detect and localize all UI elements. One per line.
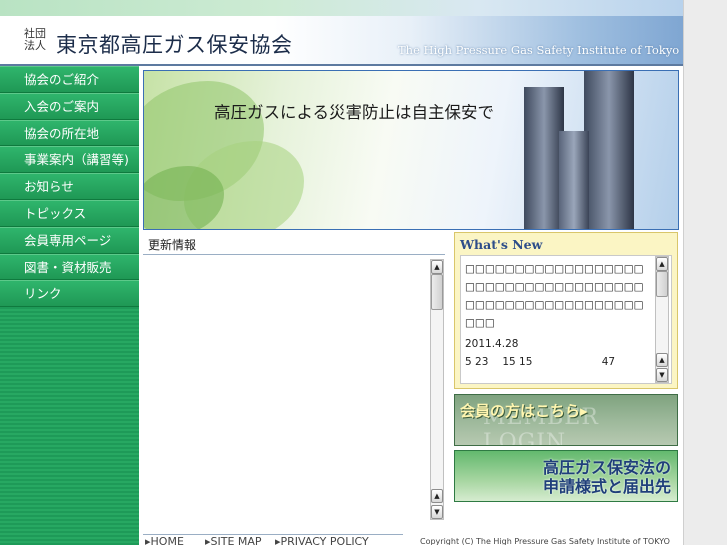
sidebar-item-notices[interactable]: お知らせ xyxy=(0,173,139,200)
tower-building-image xyxy=(584,71,634,229)
scroll-thumb[interactable] xyxy=(656,271,668,297)
header-top-bar xyxy=(0,0,683,16)
scroll-up-button[interactable]: ▲ xyxy=(431,260,443,274)
member-login-button[interactable]: MEMBER LOGIN 会員の方はこちら▸ xyxy=(454,394,678,446)
whats-new-body: □□□□□□□□□□□□□□□□□□□□□□□□□□□□□□□□□□□□□□□□… xyxy=(465,263,644,329)
copyright-text: Copyright (C) The High Pressure Gas Safe… xyxy=(420,537,670,545)
whats-new-row: 5 23 15 15 47 xyxy=(465,356,645,368)
whats-new-content[interactable]: □□□□□□□□□□□□□□□□□□□□□□□□□□□□□□□□□□□□□□□□… xyxy=(460,255,672,384)
scroll-down-button[interactable]: ▼ xyxy=(656,368,668,382)
updates-scrollbar[interactable]: ▲ ▲ ▼ xyxy=(430,259,444,520)
sidebar-item-members-page[interactable]: 会員専用ページ xyxy=(0,226,139,254)
footer-link-sitemap[interactable]: ▸SITE MAP xyxy=(205,535,262,545)
scroll-down-button[interactable]: ▼ xyxy=(431,505,443,519)
sidebar-item-services[interactable]: 事業案内（講習等) xyxy=(0,146,139,174)
sidebar-nav: 協会のご紹介 入会のご案内 協会の所在地 事業案内（講習等) お知らせ トピック… xyxy=(0,66,139,545)
scroll-thumb[interactable] xyxy=(431,274,443,310)
footer-link-home[interactable]: ▸HOME xyxy=(145,535,184,545)
sidebar-item-topics[interactable]: トピックス xyxy=(0,199,139,227)
scroll-down-button[interactable]: ▲ xyxy=(431,489,443,503)
right-margin-strip xyxy=(683,0,727,545)
hero-slogan: 高圧ガスによる災害防止は自主保安で xyxy=(214,103,495,122)
whats-new-scrollbar[interactable]: ▲ ▲ ▼ xyxy=(655,256,669,383)
footer-nav: ▸HOME ▸SITE MAP ▸PRIVACY POLICY xyxy=(143,534,403,545)
org-type-label: 社団法人 xyxy=(24,27,46,52)
site-title[interactable]: 東京都高圧ガス保安協会 xyxy=(56,29,293,59)
whats-new-panel: What's New □□□□□□□□□□□□□□□□□□□□□□□□□□□□□… xyxy=(454,232,678,389)
footer-link-privacy[interactable]: ▸PRIVACY POLICY xyxy=(275,535,369,545)
whats-new-row-cell: 47 xyxy=(601,356,616,368)
sidebar-item-books-sales[interactable]: 図書・資材販売 xyxy=(0,253,139,281)
tower-building-image xyxy=(524,87,564,229)
whats-new-title: What's New xyxy=(460,237,543,252)
sidebar-item-links[interactable]: リンク xyxy=(0,280,139,308)
whats-new-row-cell: 5 23 xyxy=(465,356,489,368)
law-forms-button[interactable]: 高圧ガス保安法の 申請様式と届出先 xyxy=(454,450,678,502)
law-forms-label-line2: 申請様式と届出先 xyxy=(542,477,671,496)
hero-banner: 高圧ガスによる災害防止は自主保安で xyxy=(143,70,679,230)
whats-new-date: 2011.4.28 xyxy=(465,338,519,350)
scroll-up-button[interactable]: ▲ xyxy=(656,353,668,367)
scroll-up-button[interactable]: ▲ xyxy=(656,257,668,271)
sidebar-item-location[interactable]: 協会の所在地 xyxy=(0,119,139,147)
sidebar-item-about[interactable]: 協会のご紹介 xyxy=(0,66,139,93)
member-login-label: 会員の方はこちら▸ xyxy=(460,402,588,420)
updates-heading: 更新情報 xyxy=(143,233,445,255)
site-header: 社団法人 東京都高圧ガス保安協会 The High Pressure Gas S… xyxy=(0,0,683,64)
site-title-english: The High Pressure Gas Safety Institute o… xyxy=(398,43,680,57)
tower-building-image xyxy=(559,131,589,229)
leaf-decoration xyxy=(144,166,224,229)
updates-panel[interactable]: ▲ ▲ ▼ xyxy=(143,256,445,520)
whats-new-row-cell: 15 15 xyxy=(502,356,533,368)
sidebar-item-membership[interactable]: 入会のご案内 xyxy=(0,92,139,120)
